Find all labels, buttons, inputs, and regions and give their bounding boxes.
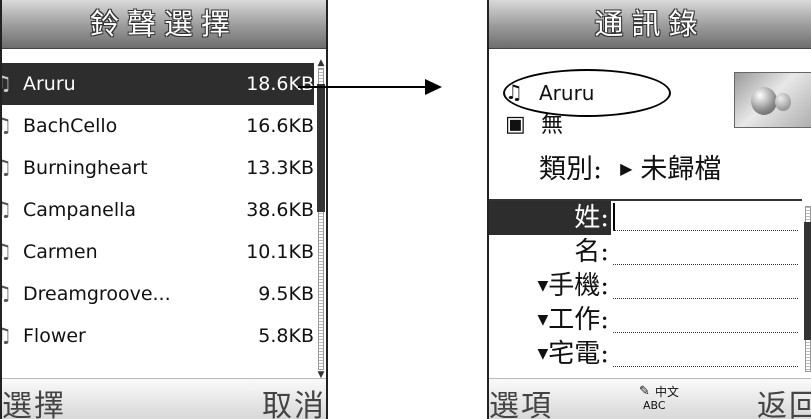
arrowhead-icon [425,79,442,95]
connector-arrow [298,79,442,95]
